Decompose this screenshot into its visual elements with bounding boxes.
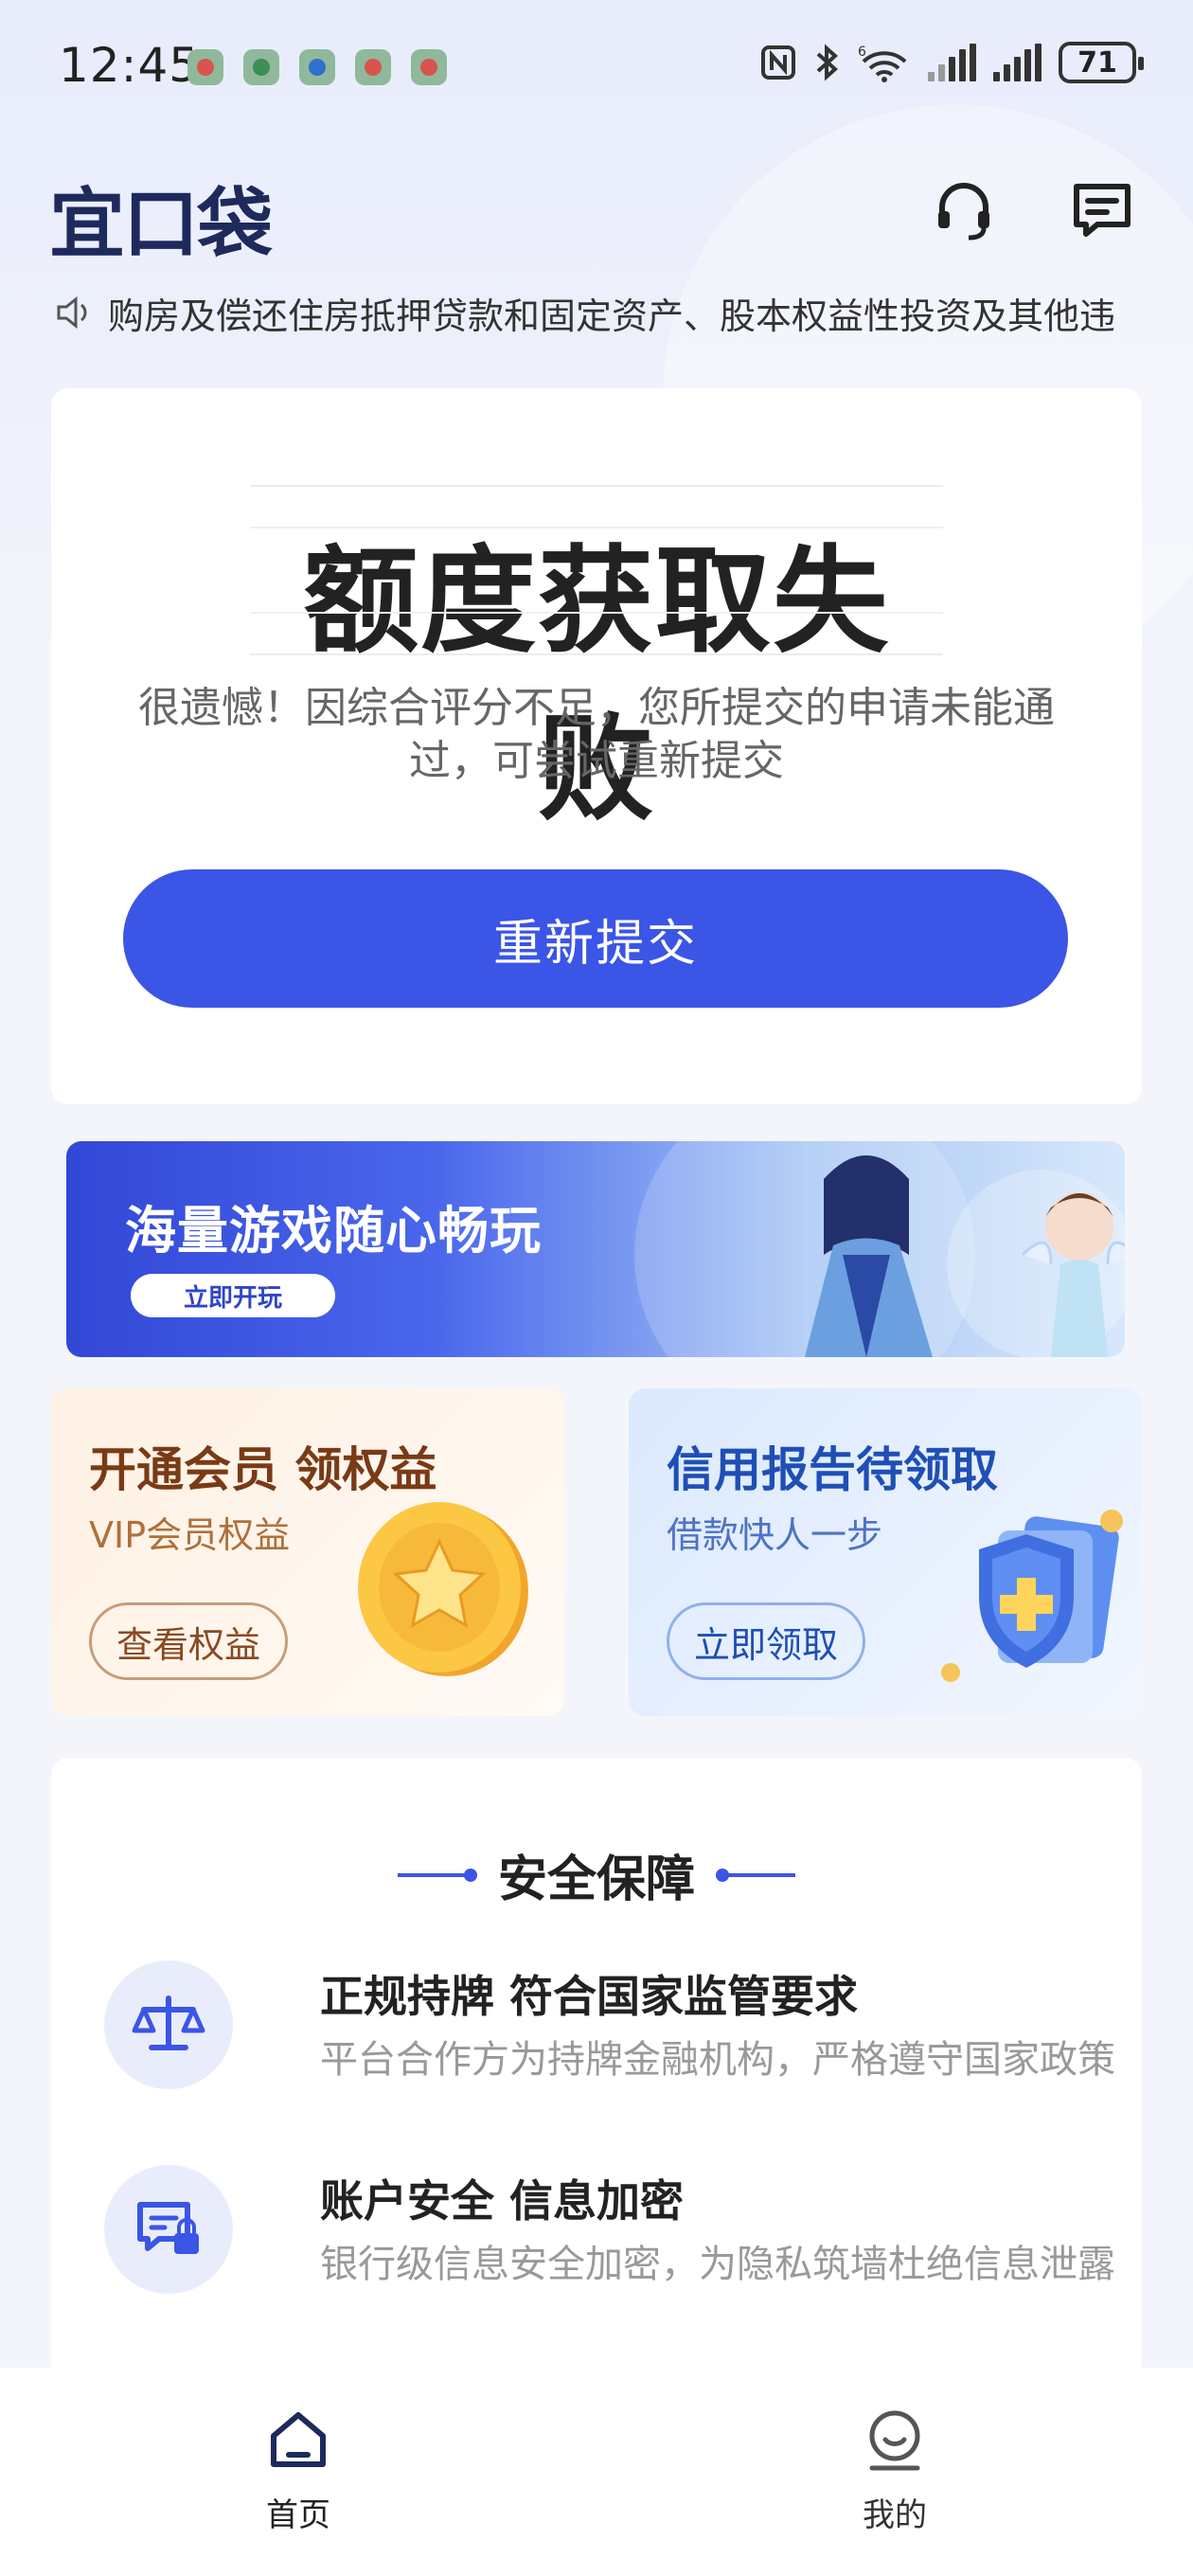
security-title: 安全保障	[497, 1852, 695, 1908]
credit-report-promo-card[interactable]: 信用报告待领取 借款快人一步 立即领取	[629, 1388, 1142, 1716]
result-description: 很遗憾！因综合评分不足，您所提交的申请未能通过，可尝试重新提交	[138, 684, 1055, 785]
result-card: 额度获取失败 很遗憾！因综合评分不足，您所提交的申请未能通过，可尝试重新提交 重…	[51, 388, 1142, 1104]
security-item-title: 正规持牌 符合国家监管要求	[320, 1971, 859, 2022]
battery-indicator: 71	[1059, 42, 1144, 83]
secure-chat-icon	[104, 2165, 233, 2294]
signal-icon	[928, 44, 976, 81]
game-character-image	[805, 1155, 933, 1357]
app-notification-icon	[243, 49, 279, 85]
security-heading: 安全保障	[51, 1839, 1142, 1910]
security-section: 安全保障 正规持牌 符合国家监管要求 平台合作方为持牌金融机构，严格遵守国家政策…	[51, 1758, 1142, 2383]
vip-promo-title: 开通会员 领权益	[89, 1442, 437, 1497]
headset-icon[interactable]	[926, 172, 1002, 248]
game-character-image	[1021, 1192, 1125, 1357]
svg-text:6: 6	[858, 45, 866, 60]
star-coin-icon	[358, 1502, 528, 1676]
home-icon	[271, 2412, 326, 2467]
signal-icon	[993, 44, 1042, 81]
app-logo: 宜口袋	[49, 180, 273, 268]
result-title-frame: 额度获取失败	[250, 485, 943, 836]
security-item-desc: 银行级信息安全加密，为隐私筑墙杜绝信息泄露	[320, 2243, 1115, 2286]
play-now-button[interactable]: 立即开玩	[131, 1274, 335, 1317]
system-status: 6 71	[759, 42, 1144, 83]
speaker-icon	[57, 295, 87, 330]
vip-promo-subtitle: VIP会员权益	[89, 1514, 291, 1556]
heading-decoration	[716, 1868, 795, 1882]
nav-home-label: 首页	[266, 2496, 330, 2534]
nfc-icon	[761, 45, 795, 80]
status-time: 12:45	[59, 38, 201, 93]
message-icon[interactable]	[1064, 172, 1140, 248]
app-notification-icon	[355, 49, 391, 85]
scale-icon	[104, 1960, 233, 2089]
wifi-icon: 6	[858, 45, 907, 82]
nav-mine-label: 我的	[863, 2496, 927, 2534]
bluetooth-icon	[816, 44, 839, 81]
view-benefits-button[interactable]: 查看权益	[89, 1602, 289, 1680]
status-bar: 12:45 6 71	[0, 0, 1193, 133]
bottom-navigation: 首页 我的	[0, 2368, 1193, 2576]
profile-icon	[869, 2410, 920, 2471]
security-item: 账户安全 信息加密 银行级信息安全加密，为隐私筑墙杜绝信息泄露	[104, 2161, 1115, 2294]
result-title: 额度获取失败	[303, 534, 890, 836]
credit-promo-subtitle: 借款快人一步	[667, 1514, 883, 1556]
nav-home[interactable]: 首页	[213, 2406, 383, 2535]
shield-icon	[941, 1510, 1123, 1682]
nav-mine[interactable]: 我的	[810, 2406, 980, 2535]
credit-promo-title: 信用报告待领取	[667, 1442, 998, 1497]
claim-now-button[interactable]: 立即领取	[667, 1602, 866, 1680]
notice-text: 购房及偿还住房抵押贷款和固定资产、股本权益性投资及其他违	[108, 295, 1116, 337]
vip-promo-card[interactable]: 开通会员 领权益 VIP会员权益 查看权益	[51, 1388, 564, 1716]
security-item: 正规持牌 符合国家监管要求 平台合作方为持牌金融机构，严格遵守国家政策	[104, 1957, 1115, 2089]
notice-marquee: 购房及偿还住房抵押贷款和固定资产、股本权益性投资及其他违	[53, 284, 1142, 341]
app-notification-icon	[411, 49, 447, 85]
game-banner-title: 海量游戏随心畅玩	[125, 1201, 542, 1261]
game-banner[interactable]: 海量游戏随心畅玩 立即开玩	[66, 1141, 1125, 1357]
app-notification-icon	[187, 49, 223, 85]
heading-decoration	[397, 1868, 477, 1882]
app-notification-icon	[299, 49, 335, 85]
security-item-title: 账户安全 信息加密	[320, 2175, 685, 2227]
notification-icons	[187, 49, 447, 85]
security-item-desc: 平台合作方为持牌金融机构，严格遵守国家政策	[320, 2038, 1115, 2082]
resubmit-button[interactable]: 重新提交	[123, 869, 1068, 1008]
